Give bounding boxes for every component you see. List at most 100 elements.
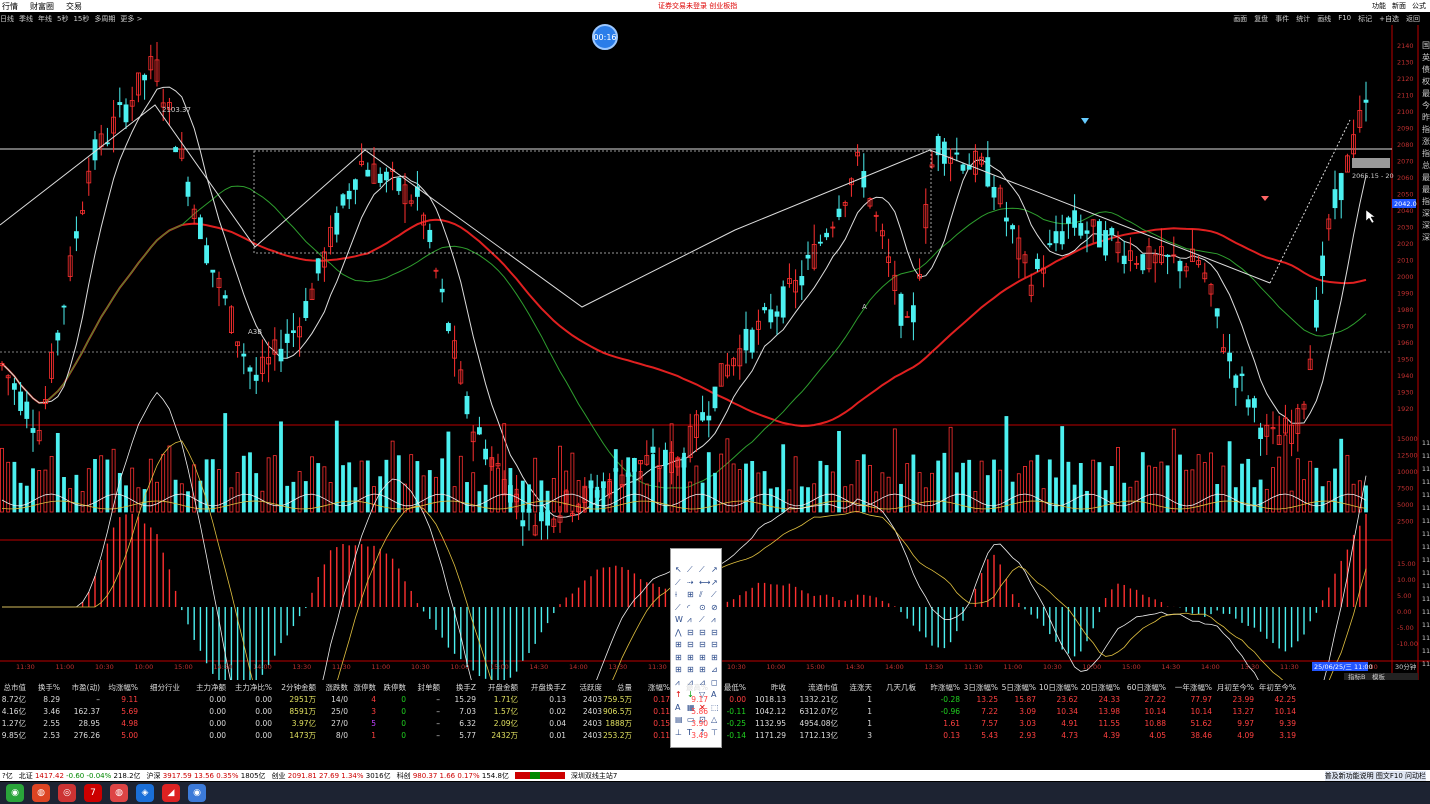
drawing-tool-icon[interactable]: ↗ <box>711 565 718 574</box>
column-header[interactable]: 涨幅% <box>632 682 670 693</box>
drawing-tool-icon[interactable]: ⟋ <box>675 578 681 588</box>
taskbar-app7-icon[interactable]: ◢ <box>162 784 180 802</box>
volume-bar <box>682 452 686 513</box>
drawing-tool-icon[interactable]: ⊿ <box>711 665 718 674</box>
drawing-tool-icon[interactable]: ⊞ <box>687 665 694 674</box>
volume-bar <box>49 456 54 513</box>
drawing-tool-icon[interactable]: ⊘ <box>711 603 718 612</box>
server-name[interactable]: 深圳双线主站7 <box>571 771 617 781</box>
column-header[interactable]: 细分行业 <box>138 682 180 693</box>
column-header[interactable]: 月初至今% <box>1212 682 1254 693</box>
drawing-tool-icon[interactable]: ⊟ <box>687 628 694 637</box>
column-header[interactable]: 活跃度 <box>566 682 603 693</box>
column-header[interactable]: 开盘换手Z <box>518 682 566 693</box>
table-header[interactable]: 总市值 换手% 市盈(动) 均涨幅% 细分行业 主力净额 主力净比% 2分钟金额 涨跌数 涨停数跌… <box>0 681 1418 693</box>
column-header[interactable]: 最低% <box>708 682 746 693</box>
drawing-tool-icon[interactable]: ⩘ <box>711 615 716 625</box>
footer-links[interactable]: 普及新功能说明 图文F10 问动栏 <box>1324 770 1426 781</box>
drawing-tool-icon[interactable]: ⊞ <box>675 665 682 674</box>
drawing-tool-icon[interactable]: ⊟ <box>711 628 718 637</box>
column-header[interactable]: 市盈(动) <box>60 682 100 693</box>
volume-bar <box>1178 454 1182 513</box>
table-row[interactable]: 4.16亿 3.46 162.37 5.69 0.00 0.00 8591万 25/0 3 0 – 7… <box>0 705 1418 717</box>
drawing-tool-icon[interactable]: ⋀ <box>675 628 682 637</box>
drawing-tool-icon[interactable]: ⊞ <box>699 653 706 662</box>
table-cell: 5 <box>371 718 376 728</box>
drawing-tool-icon[interactable]: ⟋ <box>675 603 681 613</box>
column-header[interactable]: 一年涨幅% <box>1166 682 1212 693</box>
column-header[interactable]: 跌停数 <box>376 682 407 693</box>
drawing-tool-icon[interactable]: ⊟ <box>711 640 718 649</box>
timer-badge[interactable]: 00:16 <box>592 24 618 50</box>
macd-axis-label: 0.00 <box>1397 608 1411 616</box>
taskbar-app5-icon[interactable]: ◍ <box>110 784 128 802</box>
column-header[interactable]: 开盘金额 <box>476 682 518 693</box>
table-row[interactable]: 1.27亿 2.55 28.95 4.98 0.00 0.00 3.97亿 27/0 5 0 – 6.… <box>0 717 1418 729</box>
column-header[interactable]: 昨收 <box>746 682 786 693</box>
column-header[interactable]: 涨跌数 <box>316 682 349 693</box>
drawing-tool-icon[interactable]: W <box>675 615 683 624</box>
drawing-tool-icon[interactable]: ⟊ <box>675 590 677 600</box>
column-header[interactable]: 总量 <box>602 682 632 693</box>
column-header[interactable]: 总市值 <box>0 682 27 693</box>
taskbar-app8-icon[interactable]: ◉ <box>188 784 206 802</box>
column-header[interactable]: 均涨幅% <box>100 682 138 693</box>
column-header[interactable]: 昨涨幅% <box>916 682 960 693</box>
column-header[interactable]: 主力净额 <box>180 682 226 693</box>
column-header[interactable]: 最高% <box>670 682 708 693</box>
column-header[interactable]: 10日涨幅% <box>1036 682 1078 693</box>
drawing-tool-icon[interactable]: ⊟ <box>699 628 706 637</box>
volume-bar <box>570 452 575 513</box>
taskbar-app4-icon[interactable]: 7 <box>84 784 102 802</box>
table-row[interactable]: 8.72亿 8.29 – 9.11 0.00 0.00 2951万 14/0 4 0 – 15.29 1… <box>0 693 1418 705</box>
footer-bz[interactable]: 北证 1417.42 -0.60 -0.04% 218.2亿 <box>19 771 141 781</box>
column-header[interactable]: 涨停数 <box>348 682 377 693</box>
column-header[interactable]: 连涨天 <box>838 682 873 693</box>
drawing-tool-icon[interactable]: ⩘ <box>687 615 692 625</box>
footer-hs[interactable]: 沪深 3917.59 13.56 0.35% 1805亿 <box>147 771 266 781</box>
taskbar-app6-icon[interactable]: ◈ <box>136 784 154 802</box>
footer-cy[interactable]: 创业 2091.81 27.69 1.34% 3016亿 <box>272 771 391 781</box>
volume-bar <box>12 461 17 513</box>
table-row[interactable]: 9.85亿 2.53 276.26 5.00 0.00 0.00 1473万 8/0 1 0 – 5.… <box>0 729 1418 741</box>
drawing-tool-icon[interactable]: ↗ <box>711 578 718 587</box>
column-header[interactable]: 3日涨幅% <box>960 682 998 693</box>
stock-table[interactable]: 总市值 换手% 市盈(动) 均涨幅% 细分行业 主力净额 主力净比% 2分钟金额 涨跌数 涨停数跌… <box>0 681 1418 745</box>
drawing-tool-icon[interactable]: ⊞ <box>699 665 706 674</box>
column-header[interactable]: 换手% <box>26 682 60 693</box>
volume-bar <box>192 464 197 513</box>
drawing-tool-icon[interactable]: ⟋ <box>699 615 705 625</box>
volume-bar <box>105 459 110 513</box>
drawing-tool-icon[interactable]: ⊞ <box>687 590 694 599</box>
volume-bar <box>1103 490 1108 513</box>
footer-kc[interactable]: 科创 980.37 1.66 0.17% 154.8亿 <box>397 771 509 781</box>
drawing-tool-icon[interactable]: ⊞ <box>687 653 694 662</box>
taskbar-app3-icon[interactable]: ◎ <box>58 784 76 802</box>
column-header[interactable]: 年初至今% <box>1254 682 1296 693</box>
column-header[interactable]: 20日涨幅% <box>1078 682 1120 693</box>
drawing-tool-icon[interactable]: ⫽ <box>699 590 703 600</box>
drawing-tool-icon[interactable]: ⟋ <box>699 565 705 575</box>
column-header[interactable]: 换手Z <box>440 682 476 693</box>
column-header[interactable]: 5日涨幅% <box>998 682 1036 693</box>
drawing-tool-icon[interactable]: ⊞ <box>675 653 682 662</box>
drawing-tool-icon[interactable]: ⟋ <box>687 565 693 575</box>
drawing-tool-icon[interactable]: ◜ <box>687 603 690 612</box>
column-header[interactable]: 2分钟金额 <box>272 682 316 693</box>
column-header[interactable]: 主力净比% <box>226 682 272 693</box>
drawing-tool-icon[interactable]: ⇢ <box>687 578 694 587</box>
drawing-tool-icon[interactable]: ⊟ <box>699 640 706 649</box>
taskbar-app2-icon[interactable]: ◍ <box>32 784 50 802</box>
drawing-tool-icon[interactable]: ⟋ <box>711 590 717 600</box>
drawing-tool-icon[interactable]: ⊙ <box>699 603 706 612</box>
column-header[interactable]: 60日涨幅% <box>1120 682 1166 693</box>
taskbar-wechat-icon[interactable]: ◉ <box>6 784 24 802</box>
drawing-tool-icon[interactable]: ⊞ <box>711 653 718 662</box>
drawing-tool-icon[interactable]: ↖ <box>675 565 682 574</box>
column-header[interactable]: 流通市值 <box>786 682 838 693</box>
column-header[interactable]: 几天几板 <box>872 682 916 693</box>
column-header[interactable]: 封单额 <box>406 682 441 693</box>
drawing-tool-icon[interactable]: ⊟ <box>687 640 694 649</box>
drawing-tool-icon[interactable]: ⟷ <box>699 578 710 587</box>
drawing-tool-icon[interactable]: ⊞ <box>675 640 682 649</box>
